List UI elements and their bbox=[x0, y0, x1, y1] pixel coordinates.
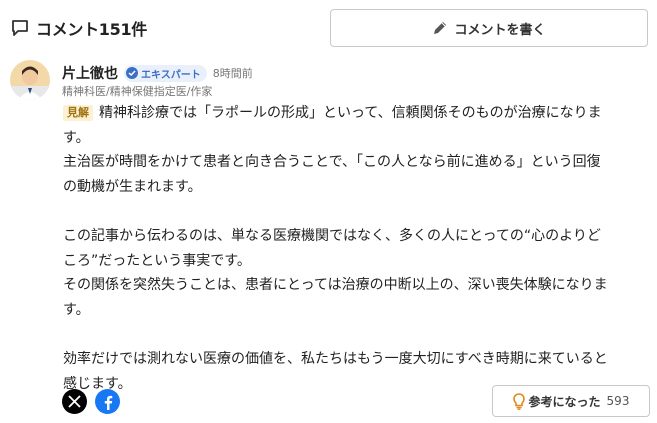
facebook-logo-icon bbox=[104, 395, 112, 410]
x-logo-icon bbox=[68, 395, 81, 408]
useful-count: 593 bbox=[606, 394, 630, 408]
comments-count-title: コメント151件 bbox=[36, 20, 147, 39]
verified-check-icon bbox=[126, 67, 138, 79]
comment-body: 見解 精神科診療では「ラポールの形成」といって、信頼関係そのものが治療になりま す… bbox=[63, 101, 653, 396]
share-x-button[interactable] bbox=[62, 389, 87, 414]
write-comment-button[interactable]: コメントを書く bbox=[330, 9, 648, 47]
write-comment-label: コメントを書く bbox=[454, 22, 546, 38]
expert-badge-label: エキスパート bbox=[141, 69, 201, 81]
comment-author: 片上徹也 エキスパート 8時間前 精神科医/精神保健指定医/作家 bbox=[10, 60, 650, 104]
comment-line: 主治医が時間をかけて患者と向き合うことで、「この人となら前に進める」という回復 bbox=[63, 154, 601, 171]
comment-line: その関係を突然失うことは、患者にとっては治療の中断以上の、深い喪失体験になりま bbox=[63, 277, 608, 294]
comment-line: この記事から伝わるのは、単なる医療機関ではなく、多くの人にとっての“心のよりど bbox=[63, 227, 601, 244]
comment-line: 効率だけでは測れない医療の価値を、私たちはもう一度大切にすべき時期に来ていると bbox=[63, 350, 608, 367]
comment-icon bbox=[12, 20, 28, 36]
pencil-icon bbox=[434, 22, 447, 34]
author-name-row: 片上徹也 エキスパート 8時間前 bbox=[62, 63, 253, 83]
useful-button[interactable]: 参考になった 593 bbox=[492, 385, 650, 417]
comment-line: の動機が生まれます。 bbox=[63, 178, 202, 195]
comment-time: 8時間前 bbox=[212, 67, 253, 80]
comments-header: コメント151件 コメントを書く bbox=[10, 0, 655, 56]
comment-line: ころ”だったという事実です。 bbox=[63, 252, 251, 269]
avatar[interactable] bbox=[10, 60, 50, 100]
opinion-tag: 見解 bbox=[63, 105, 93, 121]
share-facebook-button[interactable] bbox=[95, 389, 120, 414]
expert-badge: エキスパート bbox=[124, 64, 207, 82]
author-role: 精神科医/精神保健指定医/作家 bbox=[62, 85, 213, 98]
lightbulb-icon bbox=[512, 392, 525, 410]
comment-line: す。 bbox=[63, 129, 90, 146]
comments-title: コメント151件 bbox=[10, 16, 147, 40]
author-name[interactable]: 片上徹也 bbox=[62, 63, 118, 83]
useful-label: 参考になった bbox=[528, 394, 601, 409]
comment-line: 見解 精神科診療では「ラポールの形成」といって、信頼関係そのものが治療になりま bbox=[63, 101, 653, 126]
comment-line: す。 bbox=[63, 301, 90, 318]
share-buttons bbox=[62, 389, 128, 414]
